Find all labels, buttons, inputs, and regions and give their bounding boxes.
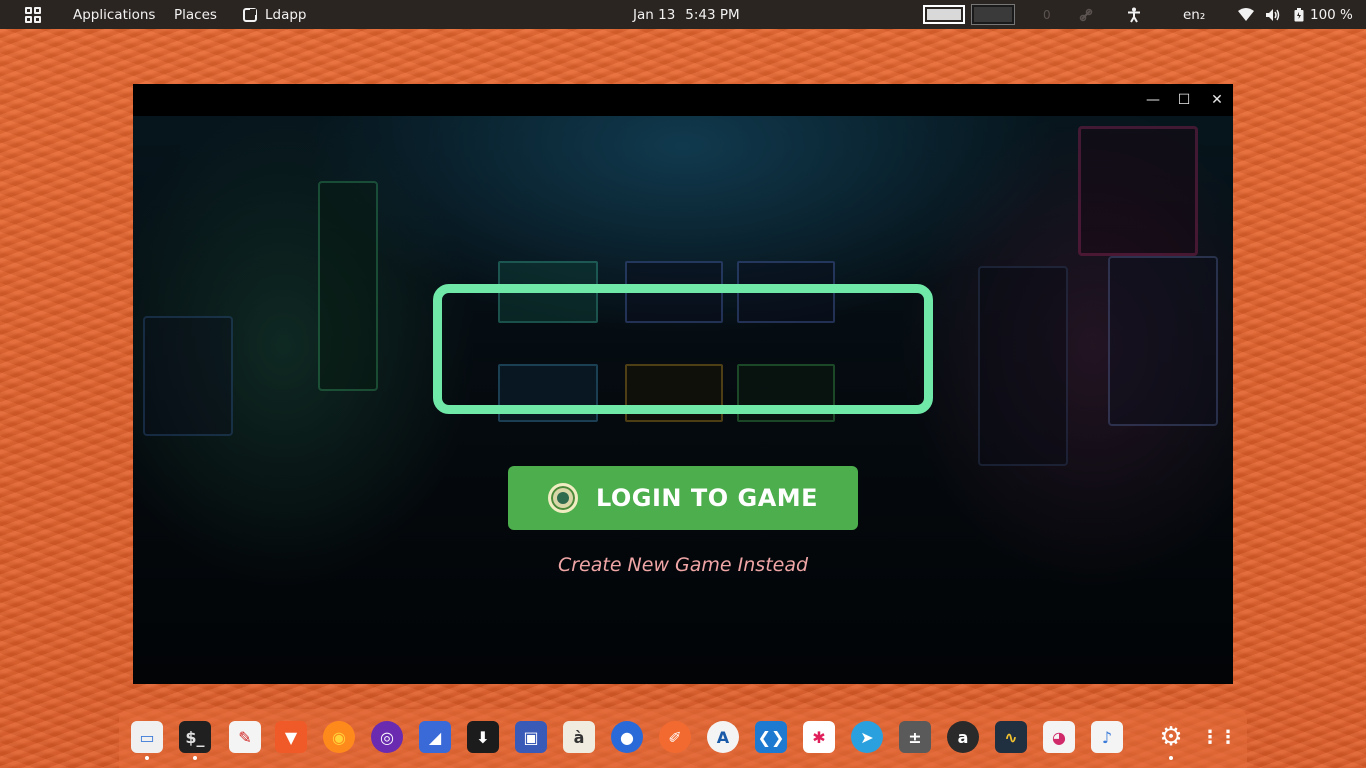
keyboard-layout[interactable]: en₂ bbox=[1183, 0, 1205, 29]
dock-amazon-icon[interactable]: a bbox=[947, 721, 979, 753]
dock-android-studio-icon[interactable]: A bbox=[707, 721, 739, 753]
wifi-icon[interactable] bbox=[1238, 0, 1254, 29]
close-button[interactable]: ✕ bbox=[1207, 90, 1227, 110]
battery-icon bbox=[1294, 7, 1304, 21]
maximize-button[interactable]: ☐ bbox=[1174, 90, 1194, 110]
login-to-game-button[interactable]: LOGIN TO GAME bbox=[508, 466, 858, 530]
battery-text: 100 % bbox=[1310, 6, 1353, 23]
dock-slack-icon[interactable]: ✱ bbox=[803, 721, 835, 753]
link-icon bbox=[1079, 0, 1093, 29]
hot-spot-sign bbox=[1078, 126, 1198, 256]
running-indicator bbox=[193, 756, 197, 760]
clock[interactable]: Jan 13 5:43 PM bbox=[633, 0, 740, 29]
minimize-button[interactable]: — bbox=[1143, 90, 1163, 110]
active-app-name: Ldapp bbox=[265, 6, 307, 23]
active-app-menu[interactable]: Ldapp bbox=[243, 0, 307, 29]
dock-system-monitor-icon[interactable]: ∿ bbox=[995, 721, 1027, 753]
dock-terminal-icon[interactable]: $_ bbox=[179, 721, 211, 753]
right-arcade-cabinet bbox=[978, 266, 1068, 466]
dock-telegram-icon[interactable]: ➤ bbox=[851, 721, 883, 753]
top-panel: Applications Places Ldapp Jan 13 5:43 PM… bbox=[0, 0, 1366, 29]
dock-character-map-icon[interactable]: à bbox=[563, 721, 595, 753]
dock-games-icon[interactable]: ♪ bbox=[1091, 721, 1123, 753]
dock-pen-icon[interactable]: ✐ bbox=[659, 721, 691, 753]
right-slot-machine bbox=[1108, 256, 1218, 426]
dock-tor-browser-icon[interactable]: ◎ bbox=[371, 721, 403, 753]
time-text: 5:43 PM bbox=[685, 6, 740, 23]
coin-icon bbox=[547, 483, 578, 513]
running-indicator bbox=[1169, 756, 1173, 760]
date-text: Jan 13 bbox=[633, 6, 676, 23]
dock-calculator-icon[interactable]: ± bbox=[899, 721, 931, 753]
game-display-frame bbox=[433, 284, 933, 414]
activities-grid-icon[interactable] bbox=[25, 0, 41, 29]
left-slot-machine bbox=[143, 316, 233, 436]
places-menu[interactable]: Places bbox=[174, 0, 217, 29]
notification-count: 0 bbox=[1043, 7, 1051, 22]
app-window: — ☐ ✕ LOGIN TO GAME Create New Game Inst… bbox=[133, 84, 1233, 684]
applications-menu[interactable]: Applications bbox=[73, 0, 155, 29]
dock-text-editor-icon[interactable]: ✎ bbox=[229, 721, 261, 753]
dock-downloader-icon[interactable]: ⬇ bbox=[467, 721, 499, 753]
app-icon bbox=[243, 7, 257, 22]
workspace-2[interactable] bbox=[972, 0, 1014, 29]
running-indicator bbox=[145, 756, 149, 760]
dock-app-grid-icon[interactable]: ⋮⋮ bbox=[1201, 721, 1237, 753]
left-arcade-cabinet bbox=[318, 181, 378, 391]
dock-firefox-icon[interactable]: ◉ bbox=[323, 721, 355, 753]
dock-vscode-icon[interactable]: ❮❯ bbox=[755, 721, 787, 753]
workspace-1[interactable] bbox=[923, 0, 965, 29]
window-titlebar[interactable]: — ☐ ✕ bbox=[133, 84, 1233, 116]
dock-globe-icon[interactable]: ● bbox=[611, 721, 643, 753]
volume-icon[interactable] bbox=[1265, 0, 1281, 29]
dock-screen-recorder-icon[interactable]: ▣ bbox=[515, 721, 547, 753]
accessibility-icon[interactable] bbox=[1126, 0, 1142, 29]
dock-dolphin-icon[interactable]: ◢ bbox=[419, 721, 451, 753]
battery-indicator[interactable]: 100 % bbox=[1294, 0, 1353, 29]
dock-files-icon[interactable]: ▭ bbox=[131, 721, 163, 753]
dock-settings-icon[interactable]: ⚙ bbox=[1155, 721, 1187, 753]
create-new-game-link[interactable]: Create New Game Instead bbox=[508, 554, 858, 576]
login-button-label: LOGIN TO GAME bbox=[595, 484, 819, 512]
dock-image-viewer-icon[interactable]: ◕ bbox=[1043, 721, 1075, 753]
dock-brave-icon[interactable]: ▼ bbox=[275, 721, 307, 753]
